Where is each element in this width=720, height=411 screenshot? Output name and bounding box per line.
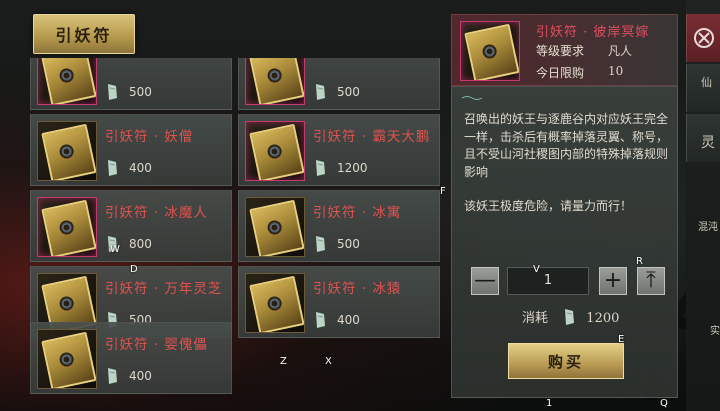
key-hint-z: Z [280, 356, 287, 367]
key-hint-e: E [618, 334, 625, 345]
talisman-thumbnail [37, 329, 97, 389]
detail-panel: 召唤出的妖王与逐鹿谷内对应妖王完全一样，击杀后有概率掉落灵翼、称号，且不受山河社… [451, 86, 678, 398]
key-hint-1: 1 [546, 398, 553, 409]
side-tab-2[interactable]: 仙 [686, 64, 720, 112]
talisman-icon [41, 331, 96, 388]
talisman-icon [249, 58, 304, 104]
item-name: 引妖符 · 冰寓 [313, 205, 402, 221]
talisman-thumbnail [245, 197, 305, 257]
talisman-thumbnail [245, 273, 305, 333]
talisman-icon [249, 199, 304, 256]
ornament-icon [462, 96, 483, 100]
level-label: 等级要求 [536, 44, 585, 58]
item-card[interactable]: 500 [238, 58, 440, 110]
jade-currency-icon [108, 160, 117, 176]
limit-value: 10 [608, 64, 624, 78]
item-price: 800 [129, 237, 152, 251]
jade-currency-icon [108, 368, 117, 384]
quantity-stepper: — 1 + ⤒ [471, 267, 671, 297]
side-label-4: 实 [710, 326, 720, 337]
detail-title: 引妖符 · 彼岸冥嫁 [536, 25, 650, 40]
level-value: 凡人 [608, 44, 633, 58]
item-name: 引妖符 · 万年灵芝 [105, 281, 223, 297]
jade-currency-icon [565, 309, 575, 325]
talisman-icon [41, 199, 96, 256]
item-card[interactable]: 引妖符 · 婴傀儡 400 [30, 322, 232, 394]
item-name: 引妖符 · 冰猿 [313, 281, 402, 297]
tab-yinyaofu[interactable]: 引妖符 [33, 14, 135, 54]
jade-currency-icon [316, 84, 325, 100]
key-hint-x: X [325, 356, 332, 367]
jade-currency-icon [316, 312, 325, 328]
item-name: 引妖符 · 婴傀儡 [105, 337, 208, 353]
key-hint-d: D [130, 264, 138, 275]
item-card[interactable]: 引妖符 · 妖僧 400 [30, 114, 232, 186]
side-label-1: 仙 [701, 76, 712, 89]
warning-text: 该妖王极度危险，请量力而行！ [464, 199, 633, 213]
daily-limit: 今日限购 10 [536, 64, 623, 81]
jade-currency-icon [316, 236, 325, 252]
jade-currency-icon [316, 160, 325, 176]
side-tab-1[interactable] [686, 14, 720, 62]
buy-label: 购买 [547, 352, 584, 371]
item-description: 召唤出的妖王与逐鹿谷内对应妖王完全一样，击杀后有概率掉落灵翼、称号，且不受山河社… [464, 111, 670, 216]
item-card[interactable]: 500 [30, 58, 232, 110]
item-list[interactable]: 500 500 引妖符 · 妖僧 400 引妖符 · 霸天大鹏 1200 引妖符… [30, 58, 445, 398]
talisman-thumbnail [37, 197, 97, 257]
item-card[interactable]: 引妖符 · 冰猿 400 [238, 266, 440, 338]
item-name: 引妖符 · 冰魔人 [105, 205, 208, 221]
item-price: 500 [129, 85, 152, 99]
item-price: 500 [337, 85, 360, 99]
cost-value: 1200 [586, 311, 620, 326]
detail-header: 引妖符 · 彼岸冥嫁 等级要求 凡人 今日限购 10 [451, 14, 678, 86]
talisman-icon [249, 275, 304, 332]
side-tab-3[interactable]: 灵 [686, 114, 720, 162]
cost-row: 消耗 1200 [522, 307, 619, 326]
buy-button[interactable]: 购买 [508, 343, 624, 379]
selected-item-thumbnail [460, 21, 520, 81]
talisman-thumbnail [37, 121, 97, 181]
talisman-icon [464, 23, 519, 80]
item-card[interactable]: 引妖符 · 冰魔人 800 [30, 190, 232, 262]
key-hint-q: Q [660, 398, 668, 409]
side-label-3: 混沌 [698, 222, 718, 233]
talisman-thumbnail [245, 58, 305, 105]
talisman-thumbnail [37, 58, 97, 105]
cost-label: 消耗 [522, 311, 549, 326]
description-text: 召唤出的妖王与逐鹿谷内对应妖王完全一样，击杀后有概率掉落灵翼、称号，且不受山河社… [464, 112, 669, 179]
key-hint-w: W [110, 244, 120, 255]
item-price: 400 [129, 161, 152, 175]
item-price: 500 [337, 237, 360, 251]
item-name: 引妖符 · 妖僧 [105, 129, 194, 145]
side-label-2: 灵 [701, 135, 715, 151]
key-hint-v: V [533, 264, 540, 275]
item-price: 400 [337, 313, 360, 327]
max-quantity-button[interactable]: ⤒ [637, 267, 665, 295]
talisman-thumbnail [245, 121, 305, 181]
jade-currency-icon [108, 84, 117, 100]
talisman-icon [41, 58, 96, 104]
item-name: 引妖符 · 霸天大鹏 [313, 129, 431, 145]
quantity-input[interactable]: 1 [507, 267, 589, 295]
level-requirement: 等级要求 凡人 [536, 42, 632, 59]
item-card[interactable]: 引妖符 · 霸天大鹏 1200 [238, 114, 440, 186]
key-hint-r: R [636, 256, 643, 267]
item-price: 400 [129, 369, 152, 383]
decrease-button[interactable]: — [471, 267, 499, 295]
talisman-icon [41, 123, 96, 180]
item-price: 1200 [337, 161, 368, 175]
increase-button[interactable]: + [599, 267, 627, 295]
close-icon [694, 28, 714, 48]
key-hint-f: F [440, 186, 446, 197]
talisman-icon [249, 123, 304, 180]
limit-label: 今日限购 [536, 66, 585, 80]
item-card[interactable]: 引妖符 · 冰寓 500 [238, 190, 440, 262]
tab-label: 引妖符 [55, 26, 113, 45]
